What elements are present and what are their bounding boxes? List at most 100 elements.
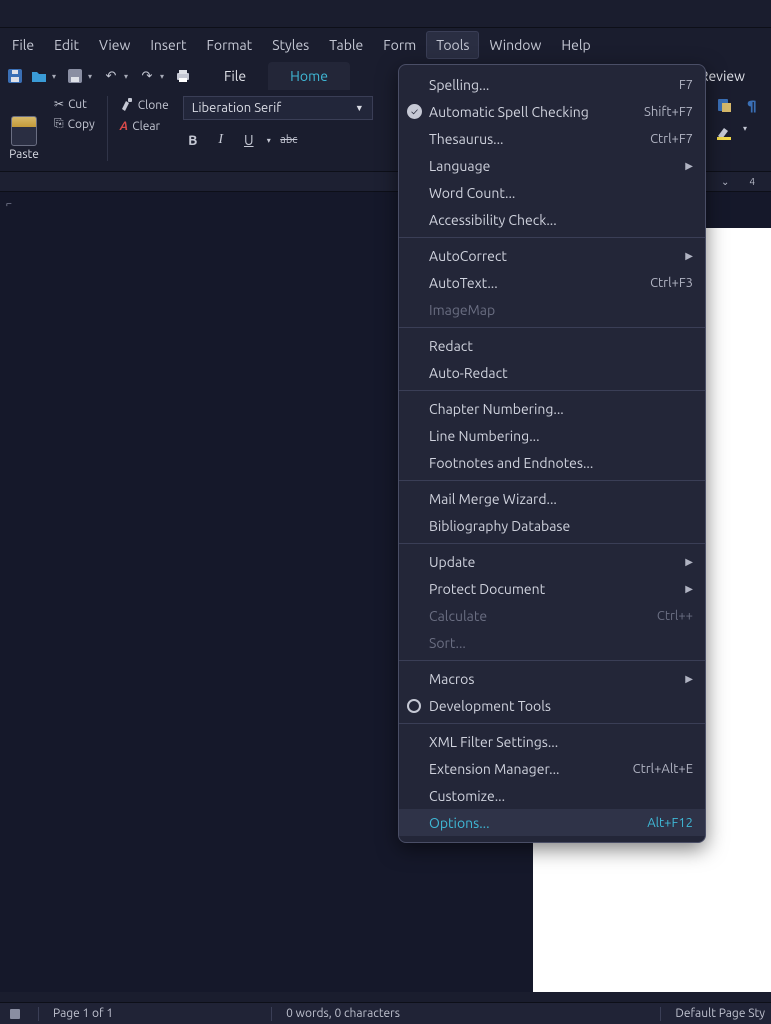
font-name-select[interactable]: Liberation Serif ▼ xyxy=(183,96,373,120)
menuitem-label: AutoText... xyxy=(429,275,498,291)
menuitem-protect-document[interactable]: Protect Document▶ xyxy=(399,575,705,602)
status-wordcount[interactable]: 0 words, 0 characters xyxy=(286,1007,400,1020)
menuitem-label: Macros xyxy=(429,671,474,687)
clone-button[interactable]: Clone xyxy=(118,96,171,115)
menuitem-label: Sort... xyxy=(429,635,466,651)
undo-dropdown-icon[interactable]: ▾ xyxy=(124,72,134,81)
menuitem-label: AutoCorrect xyxy=(429,248,507,264)
menuitem-sort: Sort... xyxy=(399,629,705,656)
menuitem-label: Development Tools xyxy=(429,698,551,714)
save-as-icon[interactable] xyxy=(64,65,86,87)
menuitem-spelling[interactable]: Spelling...F7 xyxy=(399,71,705,98)
menu-view[interactable]: View xyxy=(89,31,140,59)
highlight-icon[interactable] xyxy=(715,124,733,142)
save-icon[interactable] xyxy=(4,65,26,87)
menu-file[interactable]: File xyxy=(2,31,44,59)
tab-file[interactable]: File xyxy=(202,62,268,90)
clear-format-icon: A xyxy=(120,120,128,133)
tab-home[interactable]: Home xyxy=(268,62,350,90)
menu-window[interactable]: Window xyxy=(479,31,551,59)
ribbon-tabs: File Home xyxy=(202,62,350,90)
menuitem-shortcut: Shift+F7 xyxy=(644,105,693,119)
menu-edit[interactable]: Edit xyxy=(44,31,89,59)
menuitem-label: Bibliography Database xyxy=(429,518,570,534)
open-icon[interactable] xyxy=(28,65,50,87)
menu-separator xyxy=(399,327,705,328)
redo-icon[interactable]: ↷ xyxy=(136,65,158,87)
ruler-mark-4: 4 xyxy=(749,176,755,187)
menuitem-label: Calculate xyxy=(429,608,487,624)
menuitem-bibliography-database[interactable]: Bibliography Database xyxy=(399,512,705,539)
menu-insert[interactable]: Insert xyxy=(140,31,196,59)
scissors-icon xyxy=(54,97,64,111)
clear-button[interactable]: A Clear xyxy=(118,119,171,134)
menuitem-macros[interactable]: Macros ▶ xyxy=(399,665,705,692)
italic-button[interactable]: I xyxy=(211,132,231,148)
menuitem-label: Update xyxy=(429,554,475,570)
menuitem-xml-filter-settings[interactable]: XML Filter Settings... xyxy=(399,728,705,755)
menu-styles[interactable]: Styles xyxy=(262,31,319,59)
bold-button[interactable]: B xyxy=(183,132,203,148)
cut-button[interactable]: Cut xyxy=(52,96,97,112)
menuitem-word-count[interactable]: Word Count... xyxy=(399,179,705,206)
save-as-dropdown-icon[interactable]: ▾ xyxy=(88,72,98,81)
menuitem-shortcut: Ctrl+F3 xyxy=(650,276,693,290)
menuitem-label: Chapter Numbering... xyxy=(429,401,564,417)
menuitem-shortcut: Ctrl+Alt+E xyxy=(633,762,693,776)
menu-form[interactable]: Form xyxy=(373,31,426,59)
menuitem-line-numbering[interactable]: Line Numbering... xyxy=(399,422,705,449)
menuitem-footnotes-and-endnotes[interactable]: Footnotes and Endnotes... xyxy=(399,449,705,476)
undo-icon[interactable]: ↶ xyxy=(100,65,122,87)
tools-menu-dropdown: Spelling...F7 ✓ Automatic Spell Checking Sh… xyxy=(398,64,706,843)
underline-button[interactable]: U xyxy=(239,132,259,148)
highlight-dropdown-icon[interactable]: ▾ xyxy=(743,124,747,142)
status-page[interactable]: Page 1 of 1 xyxy=(53,1007,113,1020)
pilcrow-icon[interactable]: ¶ xyxy=(743,96,761,114)
menu-separator xyxy=(399,480,705,481)
paste-special-icon[interactable] xyxy=(715,96,733,114)
copy-button[interactable]: Copy xyxy=(52,116,97,132)
underline-dropdown-icon[interactable]: ▾ xyxy=(267,136,271,145)
menuitem-customize[interactable]: Customize... xyxy=(399,782,705,809)
statusbar: Page 1 of 1 0 words, 0 characters Defaul… xyxy=(0,1002,771,1024)
cut-label: Cut xyxy=(68,98,87,111)
status-page-style[interactable]: Default Page Sty xyxy=(675,1007,765,1020)
open-dropdown-icon[interactable]: ▾ xyxy=(52,72,62,81)
chevron-right-icon: ▶ xyxy=(685,160,693,172)
menuitem-options[interactable]: Options...Alt+F12 xyxy=(399,809,705,836)
strikethrough-button[interactable]: abc xyxy=(279,134,299,146)
menuitem-label: Protect Document xyxy=(429,581,545,597)
menuitem-accessibility-check[interactable]: Accessibility Check... xyxy=(399,206,705,233)
chevron-down-icon: ▼ xyxy=(355,103,364,113)
print-icon[interactable] xyxy=(172,65,194,87)
menuitem-update[interactable]: Update ▶ xyxy=(399,548,705,575)
paste-button[interactable]: Paste xyxy=(4,96,44,161)
save-status-icon[interactable] xyxy=(6,1005,24,1023)
chevron-right-icon: ▶ xyxy=(685,673,693,685)
menuitem-autotext[interactable]: AutoText... Ctrl+F3 xyxy=(399,269,705,296)
menuitem-development-tools[interactable]: Development Tools xyxy=(399,692,705,719)
menuitem-thesaurus[interactable]: Thesaurus...Ctrl+F7 xyxy=(399,125,705,152)
menuitem-chapter-numbering[interactable]: Chapter Numbering... xyxy=(399,395,705,422)
chevron-right-icon: ▶ xyxy=(685,556,693,568)
check-icon: ✓ xyxy=(407,104,422,119)
menuitem-label: Line Numbering... xyxy=(429,428,540,444)
menu-tools[interactable]: Tools xyxy=(426,31,479,59)
menuitem-auto-redact[interactable]: Auto-Redact xyxy=(399,359,705,386)
menuitem-extension-manager[interactable]: Extension Manager... Ctrl+Alt+E xyxy=(399,755,705,782)
copy-icon xyxy=(54,117,64,131)
menuitem-redact[interactable]: Redact xyxy=(399,332,705,359)
menu-help[interactable]: Help xyxy=(551,31,600,59)
menu-format[interactable]: Format xyxy=(197,31,263,59)
menuitem-mail-merge-wizard[interactable]: Mail Merge Wizard... xyxy=(399,485,705,512)
menuitem-label: Extension Manager... xyxy=(429,761,559,777)
redo-dropdown-icon[interactable]: ▾ xyxy=(160,72,170,81)
menuitem-language[interactable]: Language▶ xyxy=(399,152,705,179)
menuitem-calculate: CalculateCtrl++ xyxy=(399,602,705,629)
menuitem-automatic-spell-checking[interactable]: ✓ Automatic Spell Checking Shift+F7 xyxy=(399,98,705,125)
clear-label: Clear xyxy=(132,120,160,133)
menuitem-label: Footnotes and Endnotes... xyxy=(429,455,593,471)
menuitem-label: Automatic Spell Checking xyxy=(429,104,589,120)
menuitem-autocorrect[interactable]: AutoCorrect▶ xyxy=(399,242,705,269)
menu-table[interactable]: Table xyxy=(319,31,373,59)
